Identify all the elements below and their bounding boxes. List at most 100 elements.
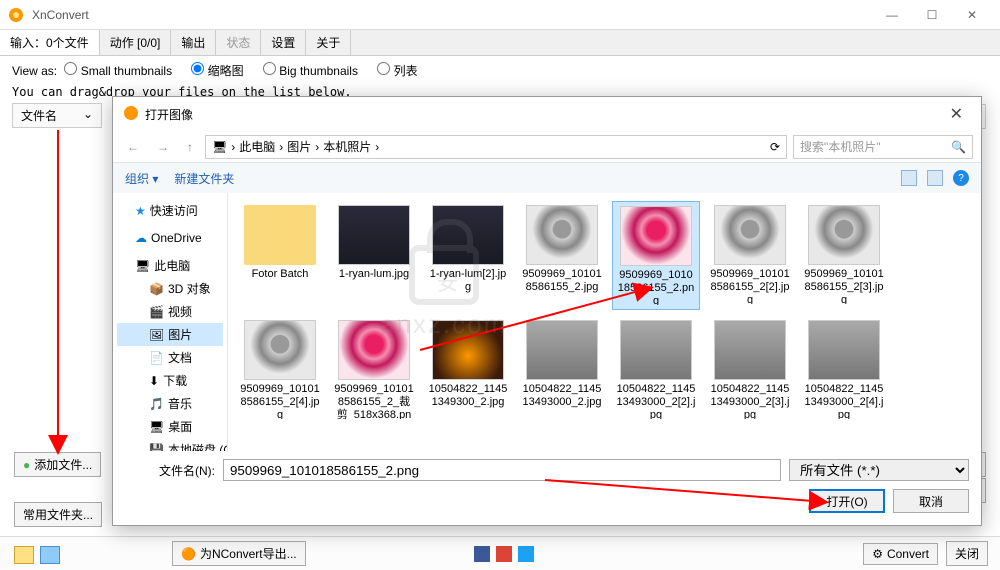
image-thumbnail — [432, 205, 504, 265]
convert-button[interactable]: ⚙ Convert — [863, 543, 938, 565]
filename-input[interactable] — [223, 459, 781, 481]
file-item[interactable]: 9509969_101018586155_2_裁剪_518x368.png — [330, 316, 418, 423]
tree-music[interactable]: 🎵音乐 — [117, 392, 223, 415]
file-item[interactable]: 9509969_101018586155_2[2].jpg — [706, 201, 794, 310]
file-item[interactable]: 10504822_114513493000_2[2].jpg — [612, 316, 700, 423]
add-file-button[interactable]: ● 添加文件... — [14, 452, 101, 477]
file-name-label: 9509969_101018586155_2.jpg — [522, 268, 602, 294]
tree-this-pc[interactable]: 🖥此电脑 — [117, 254, 223, 277]
app-icon-small: 🟠 — [181, 547, 196, 561]
tab-input[interactable]: 输入：0个文件 — [0, 30, 100, 55]
col-filename[interactable]: 文件名⌄ — [12, 103, 102, 128]
file-item[interactable]: 10504822_114513493000_2[3].jpg — [706, 316, 794, 423]
close-app-button[interactable]: 关闭 — [946, 541, 988, 566]
image-thumbnail — [526, 320, 598, 380]
tab-actions[interactable]: 动作 [0/0] — [100, 30, 172, 55]
open-folder-icon[interactable] — [40, 546, 60, 564]
search-input[interactable]: 搜索"本机照片" 🔍 — [793, 135, 973, 159]
nav-tree: ★快速访问 ☁OneDrive 🖥此电脑 📦3D 对象 🎬视频 🖼图片 📄文档 … — [113, 193, 228, 451]
file-item[interactable]: 9509969_101018586155_2.png — [612, 201, 700, 310]
app-icon — [8, 7, 24, 23]
file-name-label: 9509969_101018586155_2[2].jpg — [710, 268, 790, 304]
image-thumbnail — [620, 320, 692, 380]
image-thumbnail — [808, 320, 880, 380]
tree-3d-objects[interactable]: 📦3D 对象 — [117, 277, 223, 300]
radio-thumb-cn[interactable]: 缩略图 — [191, 64, 243, 78]
file-name-label: Fotor Batch — [252, 268, 309, 281]
dialog-icon — [123, 105, 139, 124]
tree-pictures[interactable]: 🖼图片 — [117, 323, 223, 346]
common-folder-button[interactable]: 常用文件夹... — [14, 502, 102, 527]
nav-forward[interactable]: → — [151, 138, 175, 156]
file-item[interactable]: 1-ryan-lum[2].jpg — [424, 201, 512, 310]
sort-icon: ⌄ — [83, 107, 93, 124]
view-as-label: View as: — [12, 64, 57, 78]
tree-quick-access[interactable]: ★快速访问 — [117, 199, 223, 222]
image-thumbnail — [526, 205, 598, 265]
maximize-button[interactable]: ☐ — [912, 0, 952, 30]
dialog-close-button[interactable]: ✕ — [942, 104, 971, 124]
refresh-icon[interactable]: ⟳ — [770, 140, 780, 154]
file-open-dialog: 打开图像 ✕ ← → ↑ 🖥 ›此电脑 ›图片 ›本机照片 › ⟳ 搜索"本机照… — [112, 96, 982, 526]
tab-settings[interactable]: 设置 — [261, 30, 306, 55]
image-thumbnail — [808, 205, 880, 265]
dialog-titlebar: 打开图像 ✕ — [113, 97, 981, 131]
nav-up[interactable]: ↑ — [181, 138, 199, 156]
tab-about[interactable]: 关于 — [306, 30, 351, 55]
file-item[interactable]: 9509969_101018586155_2[3].jpg — [800, 201, 888, 310]
taskbar-export[interactable]: 🟠 为NConvert导出... — [172, 541, 306, 566]
tree-downloads[interactable]: ⬇下载 — [117, 369, 223, 392]
preview-pane-icon[interactable] — [927, 170, 943, 186]
file-name-label: 1-ryan-lum.jpg — [339, 268, 409, 281]
bottom-bar: 🟠 为NConvert导出... ⚙ Convert 关闭 — [0, 536, 1000, 570]
file-item[interactable]: 9509969_101018586155_2[4].jpg — [236, 316, 324, 423]
dialog-nav: ← → ↑ 🖥 ›此电脑 ›图片 ›本机照片 › ⟳ 搜索"本机照片" 🔍 — [113, 131, 981, 163]
file-name-label: 10504822_114513493000_2[2].jpg — [616, 383, 696, 419]
organize-menu[interactable]: 组织 ▾ — [125, 170, 158, 187]
tree-videos[interactable]: 🎬视频 — [117, 300, 223, 323]
file-name-label: 9509969_101018586155_2[4].jpg — [240, 383, 320, 419]
search-icon: 🔍 — [951, 140, 966, 154]
file-item[interactable]: Fotor Batch — [236, 201, 324, 310]
file-name-label: 10504822_11451349300_2.jpg — [428, 383, 508, 409]
radio-small-thumb[interactable]: Small thumbnails — [64, 64, 172, 78]
view-mode-icon[interactable] — [901, 170, 917, 186]
radio-list[interactable]: 列表 — [377, 64, 417, 78]
file-item[interactable]: 10504822_11451349300_2.jpg — [424, 316, 512, 423]
tree-onedrive[interactable]: ☁OneDrive — [117, 228, 223, 248]
file-item[interactable]: 10504822_114513493000_2.jpg — [518, 316, 606, 423]
tab-status[interactable]: 状态 — [216, 30, 261, 55]
twitter-icon[interactable] — [518, 546, 534, 562]
facebook-icon[interactable] — [474, 546, 490, 562]
file-item[interactable]: 1-ryan-lum.jpg — [330, 201, 418, 310]
close-button[interactable]: ✕ — [952, 0, 992, 30]
folder-icon[interactable] — [14, 546, 34, 564]
image-thumbnail — [432, 320, 504, 380]
file-name-label: 10504822_114513493000_2[3].jpg — [710, 383, 790, 419]
app-title: XnConvert — [32, 8, 872, 22]
file-item[interactable]: 9509969_101018586155_2.jpg — [518, 201, 606, 310]
gear-icon: ⚙ — [872, 547, 883, 561]
tree-documents[interactable]: 📄文档 — [117, 346, 223, 369]
file-filter[interactable]: 所有文件 (*.*) — [789, 459, 969, 481]
file-name-label: 1-ryan-lum[2].jpg — [428, 268, 508, 294]
minimize-button[interactable]: — — [872, 0, 912, 30]
plus-icon: ● — [23, 458, 30, 472]
file-name-label: 9509969_101018586155_2[3].jpg — [804, 268, 884, 304]
tree-desktop[interactable]: 🖥桌面 — [117, 415, 223, 438]
gplus-icon[interactable] — [496, 546, 512, 562]
nav-back[interactable]: ← — [121, 138, 145, 156]
help-icon[interactable]: ? — [953, 170, 969, 186]
dialog-title: 打开图像 — [145, 106, 193, 123]
cancel-button[interactable]: 取消 — [893, 489, 969, 513]
dialog-footer: 文件名(N): 所有文件 (*.*) 打开(O) 取消 — [113, 451, 981, 525]
breadcrumb[interactable]: 🖥 ›此电脑 ›图片 ›本机照片 › ⟳ — [205, 135, 787, 159]
radio-big-thumb[interactable]: Big thumbnails — [263, 64, 358, 78]
tree-disk-c[interactable]: 💾本地磁盘 (C:) — [117, 438, 223, 451]
new-folder-button[interactable]: 新建文件夹 — [174, 170, 234, 187]
image-thumbnail — [244, 320, 316, 380]
open-button[interactable]: 打开(O) — [809, 489, 885, 513]
tab-output[interactable]: 输出 — [171, 30, 216, 55]
view-toolbar: View as: Small thumbnails 缩略图 Big thumbn… — [0, 56, 1000, 85]
file-item[interactable]: 10504822_114513493000_2[4].jpg — [800, 316, 888, 423]
